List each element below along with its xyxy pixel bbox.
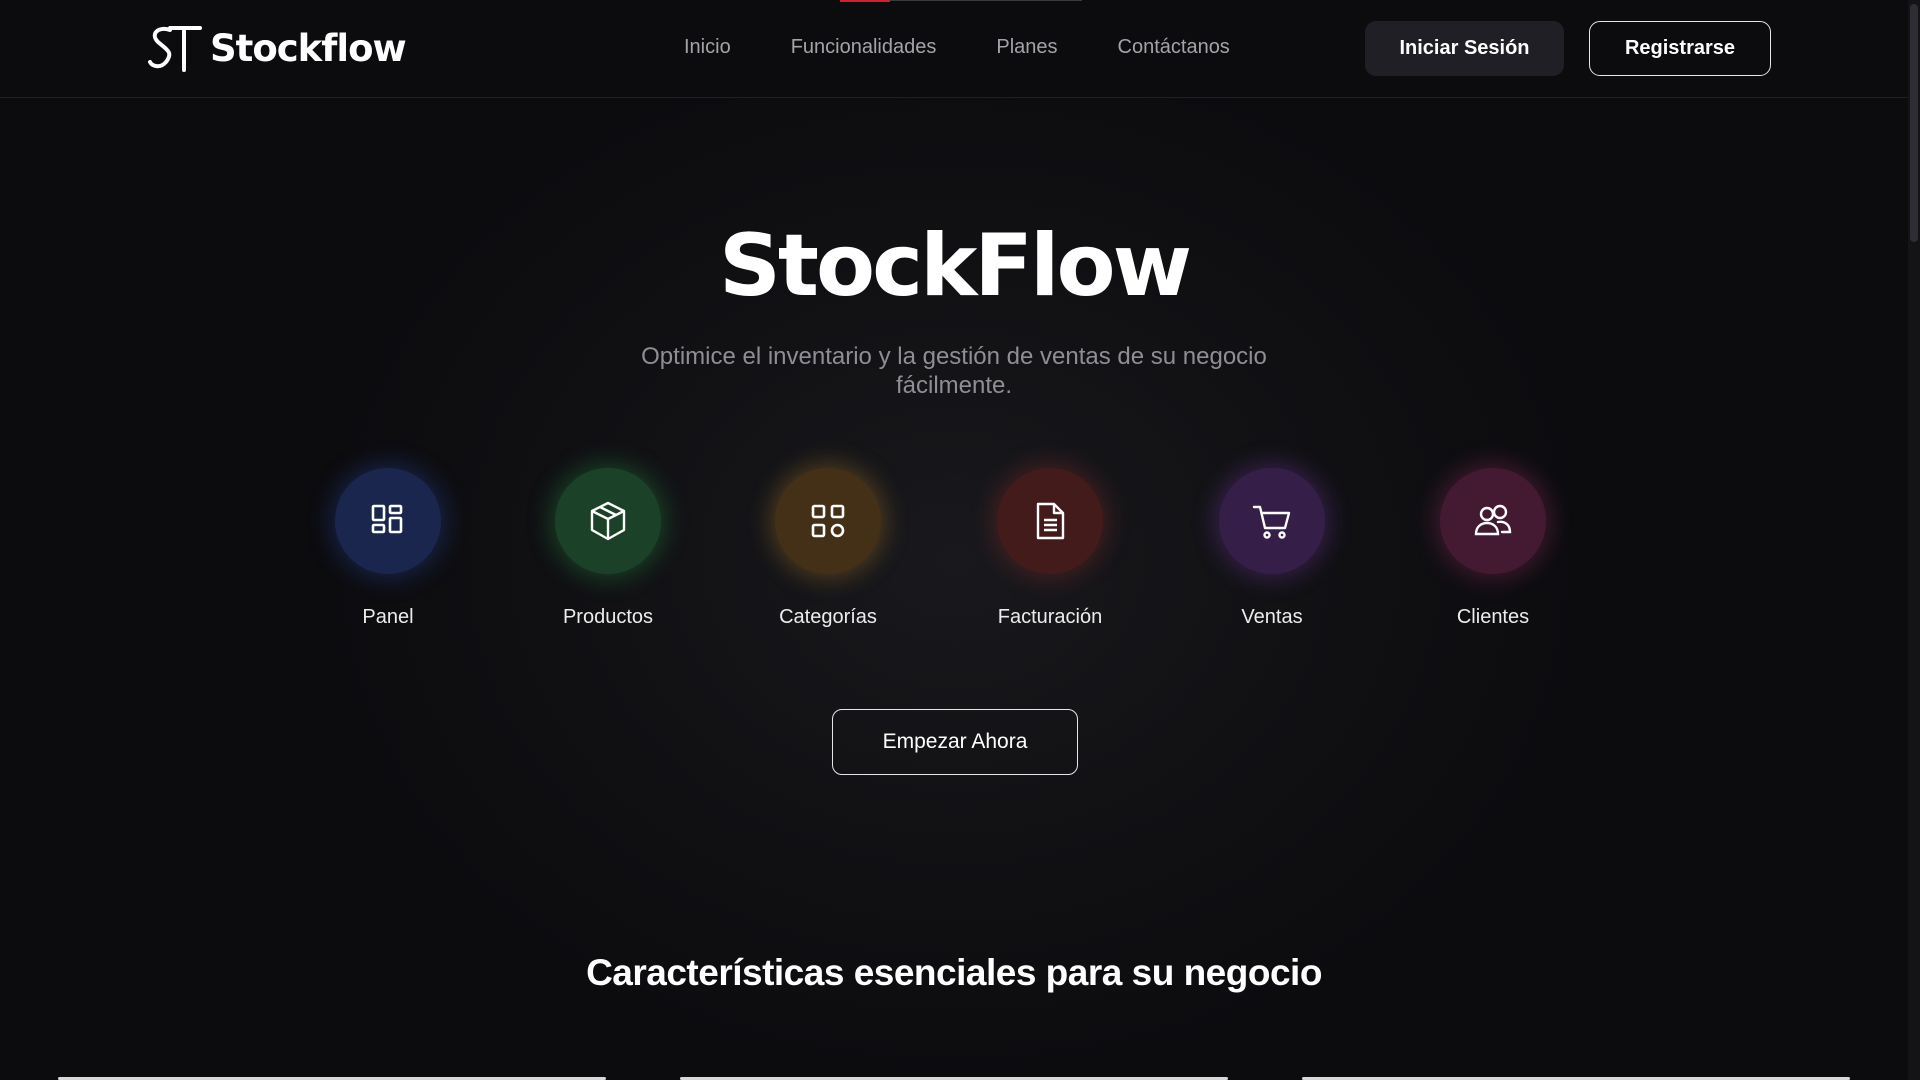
hero-subtitle: Optimice el inventario y la gestión de v…	[641, 343, 1267, 399]
site-header: Stockflow Inicio Funcionalidades Planes …	[0, 0, 1908, 98]
nav-item-funcionalidades[interactable]: Funcionalidades	[791, 36, 937, 59]
login-button[interactable]: Iniciar Sesión	[1365, 21, 1564, 76]
feature-label: Ventas	[1241, 606, 1303, 628]
brand-name: Stockflow	[210, 26, 407, 70]
box-icon	[590, 501, 626, 541]
dashboard-icon	[371, 504, 403, 534]
stockflow-logo-icon	[148, 26, 202, 72]
page-scrollbar[interactable]	[1908, 0, 1920, 1080]
feature-circle	[775, 468, 881, 574]
brand-logo[interactable]: Stockflow	[148, 24, 407, 72]
main-nav: Inicio Funcionalidades Planes Contáctano…	[684, 36, 1230, 59]
users-icon	[1474, 504, 1512, 536]
feature-ventas[interactable]: Ventas	[1182, 468, 1362, 629]
register-button[interactable]: Registrarse	[1589, 21, 1771, 76]
scrollbar-thumb[interactable]	[1910, 4, 1918, 242]
feature-circle	[1440, 468, 1546, 574]
cart-icon	[1252, 505, 1291, 539]
nav-item-contactanos[interactable]: Contáctanos	[1118, 36, 1230, 59]
nav-item-planes[interactable]: Planes	[996, 36, 1057, 59]
landing-page: Stockflow Inicio Funcionalidades Planes …	[0, 0, 1920, 1080]
document-icon	[1036, 502, 1065, 540]
feature-label: Categorías	[779, 606, 877, 628]
start-now-button[interactable]: Empezar Ahora	[832, 709, 1078, 775]
feature-list: Panel Productos Categorías Facturación V…	[298, 468, 1618, 638]
feature-productos[interactable]: Productos	[518, 468, 698, 629]
feature-circle	[555, 468, 661, 574]
section-title: Características esenciales para su negoc…	[586, 952, 1322, 993]
feature-circle	[1219, 468, 1325, 574]
feature-categorias[interactable]: Categorías	[738, 468, 918, 629]
nav-active-indicator	[840, 0, 890, 2]
feature-panel[interactable]: Panel	[298, 468, 478, 629]
feature-label: Panel	[362, 606, 414, 628]
nav-item-inicio[interactable]: Inicio	[684, 36, 731, 59]
feature-circle	[997, 468, 1103, 574]
feature-label: Clientes	[1456, 606, 1530, 628]
feature-clientes[interactable]: Clientes	[1403, 468, 1583, 629]
grid-icon	[811, 504, 845, 538]
hero-title: StockFlow	[718, 216, 1192, 316]
feature-facturacion[interactable]: Facturación	[960, 468, 1140, 629]
nav-indicator-track	[890, 0, 1082, 1]
feature-label: Facturación	[997, 606, 1103, 628]
feature-label: Productos	[562, 606, 654, 628]
feature-circle	[335, 468, 441, 574]
